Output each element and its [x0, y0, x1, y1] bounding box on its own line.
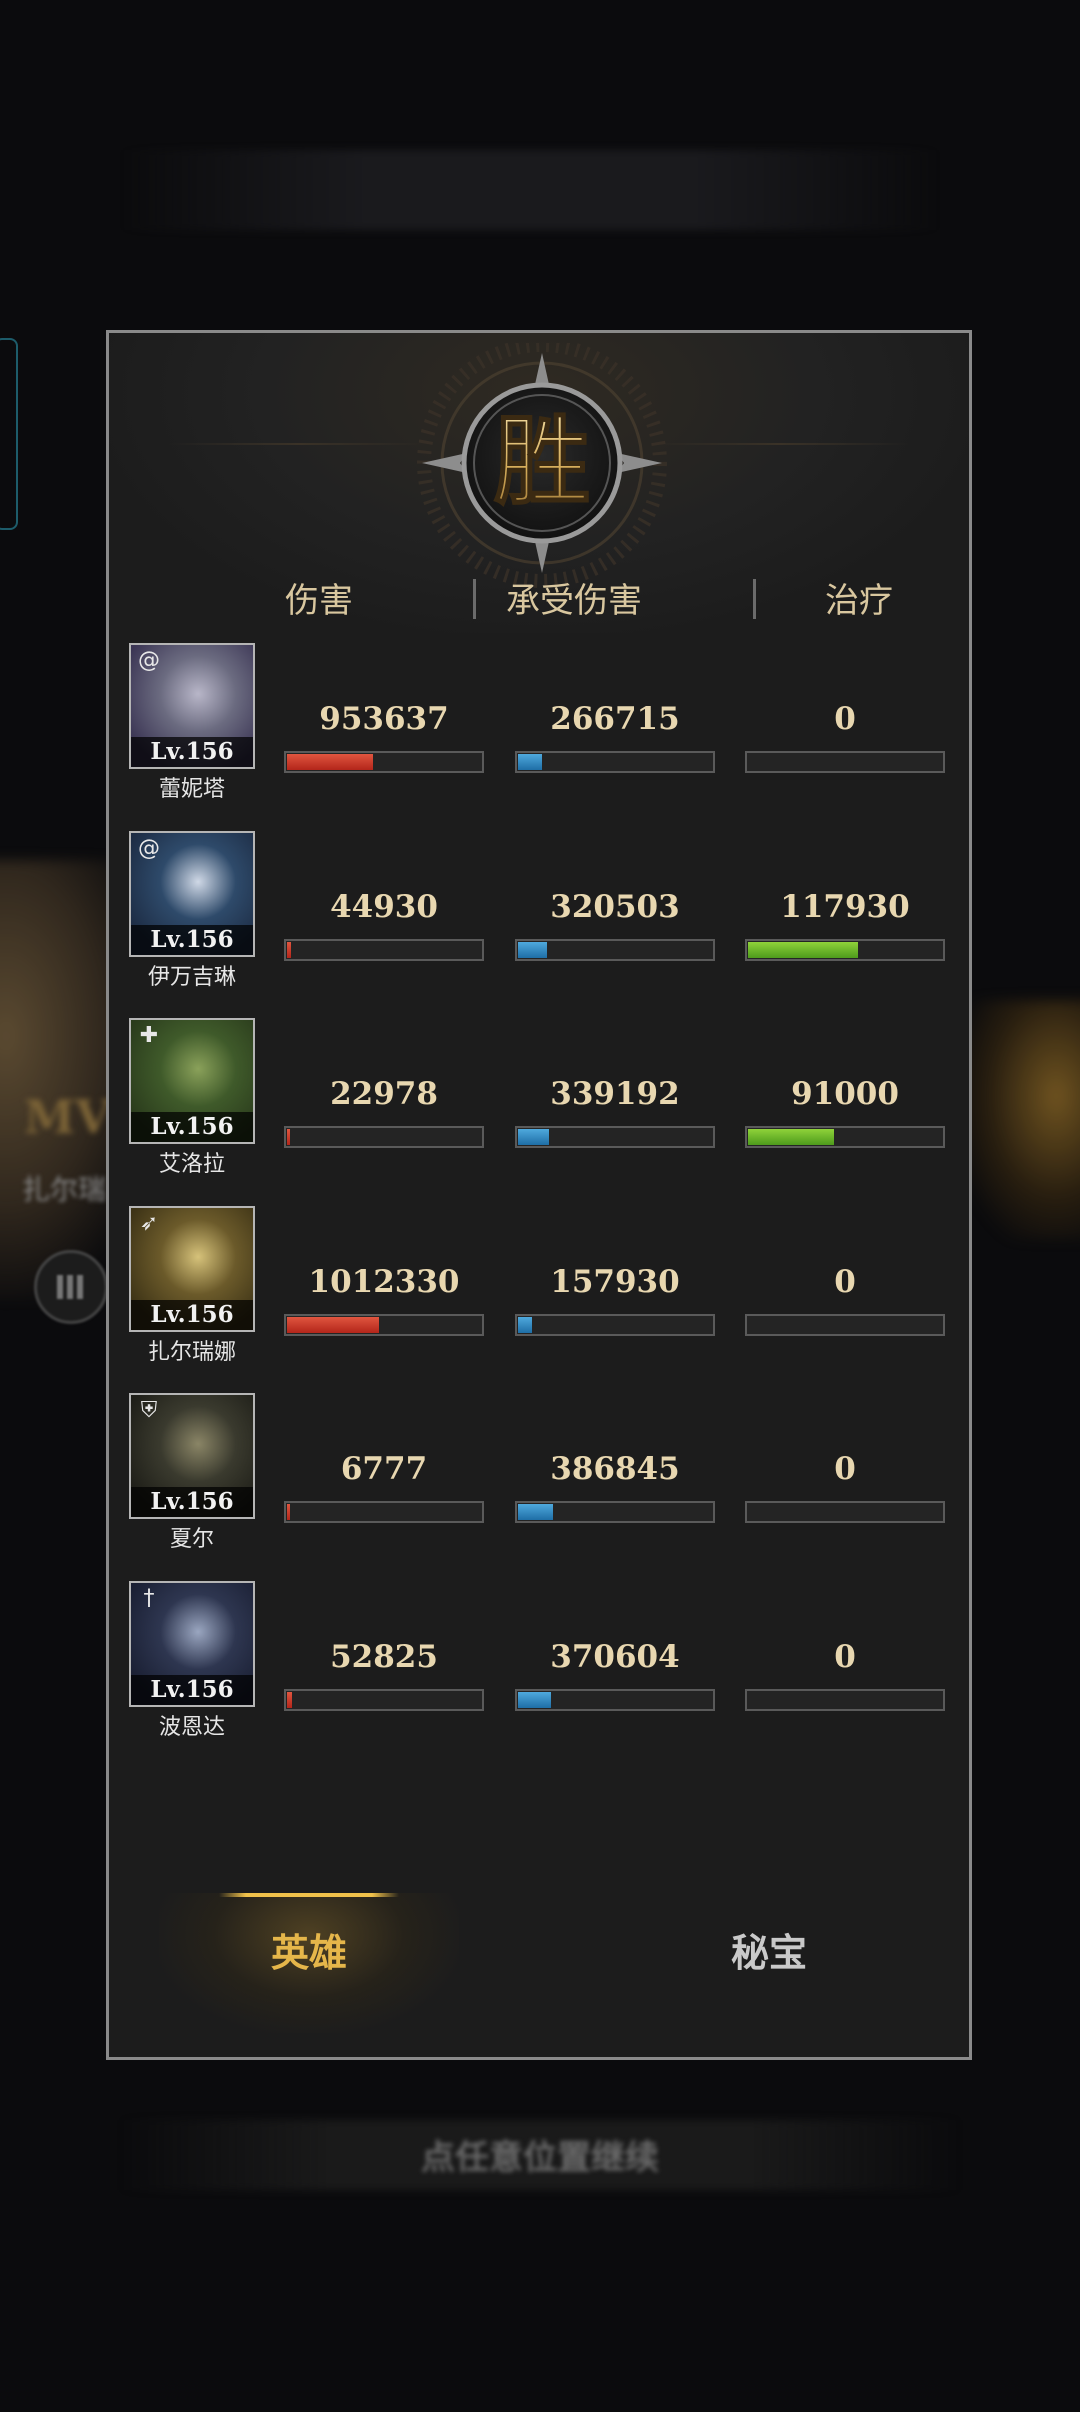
hero-portrait[interactable]: ⛨ Lv.156	[129, 1393, 255, 1519]
decor-ray-right	[649, 443, 909, 445]
healing-bar	[745, 1688, 945, 1711]
hero-level: Lv.156	[131, 1299, 253, 1330]
damage-taken-value: 370604	[550, 1638, 680, 1675]
hero-name: 扎尔瑞娜	[147, 1339, 236, 1365]
header-damage: 伤害	[285, 581, 353, 621]
damage-taken-value: 339192	[550, 1076, 680, 1112]
damage-value: 52825	[330, 1638, 438, 1675]
healing-value: 117930	[780, 888, 910, 925]
bow-icon: ➶	[139, 1210, 159, 1236]
healing-value: 0	[834, 701, 856, 737]
column-headers: 伤害 承受伤害 治疗	[109, 573, 975, 643]
continue-hint: 点任意位置继续	[421, 2138, 659, 2178]
healing-bar	[745, 1501, 945, 1523]
damage-taken-bar-fill	[518, 941, 548, 958]
damage-taken-bar	[515, 1313, 715, 1336]
background-top-banner	[120, 150, 940, 230]
healing-bar-fill	[748, 941, 858, 958]
damage-value: 22978	[330, 1076, 438, 1112]
damage-bar-fill	[287, 941, 291, 958]
hero-row: ➶ Lv.156 扎尔瑞娜 1012330 157930 0	[109, 1205, 975, 1394]
damage-bar	[284, 1688, 484, 1711]
hero-row: @ Lv.156 蕾妮塔 953637 266715 0	[109, 643, 975, 831]
hero-row: † Lv.156 波恩达 52825 370604 0	[109, 1580, 975, 1769]
damage-taken-bar-fill	[518, 1129, 550, 1145]
damage-value: 1012330	[308, 1263, 460, 1300]
background-side-frame	[0, 338, 18, 530]
header-divider	[753, 579, 756, 619]
damage-bar-fill	[287, 1504, 290, 1520]
header-healing: 治疗	[825, 581, 893, 621]
damage-taken-value: 386845	[550, 1451, 680, 1487]
damage-value: 44930	[330, 888, 438, 925]
damage-taken-bar-fill	[518, 754, 542, 770]
healing-value: 0	[834, 1638, 856, 1675]
healing-value: 0	[834, 1451, 856, 1487]
damage-bar	[284, 1126, 484, 1148]
hero-name: 波恩达	[158, 1714, 225, 1740]
hero-row: ⛨ Lv.156 夏尔 6777 386845 0	[109, 1393, 975, 1581]
background-hero-name: 扎尔瑞	[22, 1173, 107, 1206]
hero-level: Lv.156	[131, 1674, 253, 1705]
damage-bar-fill	[287, 754, 374, 770]
hero-portrait[interactable]: ➶ Lv.156	[129, 1205, 255, 1332]
damage-taken-bar	[515, 1126, 715, 1148]
damage-taken-value: 157930	[550, 1263, 680, 1300]
hero-row: @ Lv.156 伊万吉琳 44930 320503 117930	[109, 830, 975, 1019]
spiral-icon: @	[138, 835, 160, 861]
hero-name: 蕾妮塔	[158, 777, 225, 802]
stats-icon	[34, 1250, 108, 1324]
damage-taken-bar	[515, 1688, 715, 1711]
background-mvp-label: MV	[24, 1090, 111, 1144]
spiral-icon: @	[138, 648, 160, 673]
hero-level: Lv.156	[131, 737, 253, 767]
healing-bar	[745, 751, 945, 773]
bottom-tabs: 英雄 秘宝	[109, 1893, 975, 2033]
damage-bar	[284, 1501, 484, 1523]
healing-value: 91000	[791, 1076, 899, 1112]
hero-portrait[interactable]: @ Lv.156	[129, 830, 255, 957]
damage-bar	[284, 751, 484, 773]
tab-heroes[interactable]: 英雄	[159, 1893, 459, 2033]
damage-taken-bar-fill	[518, 1691, 552, 1708]
damage-value: 953637	[319, 701, 449, 737]
damage-taken-bar-fill	[518, 1316, 532, 1333]
hero-level: Lv.156	[131, 1487, 253, 1517]
damage-value: 6777	[340, 1451, 428, 1487]
hero-name: 艾洛拉	[158, 1152, 225, 1177]
damage-taken-value: 266715	[550, 701, 680, 737]
healing-bar	[745, 1313, 945, 1336]
victory-char: 胜	[494, 405, 590, 518]
damage-bar	[284, 938, 484, 961]
damage-bar	[284, 1313, 484, 1336]
damage-taken-bar	[515, 751, 715, 773]
hero-portrait[interactable]: ✚ Lv.156	[129, 1018, 255, 1144]
hero-name: 夏尔	[169, 1527, 214, 1552]
damage-bar-fill	[287, 1691, 292, 1708]
healing-value: 0	[834, 1263, 856, 1300]
background-glow	[960, 1000, 1080, 1240]
hero-level: Lv.156	[131, 1112, 253, 1142]
tab-treasure[interactable]: 秘宝	[619, 1893, 919, 2033]
hero-name: 伊万吉琳	[147, 964, 236, 990]
support-icon: ✚	[139, 1023, 159, 1048]
shield-icon: ⛨	[140, 1398, 158, 1423]
damage-bar-fill	[287, 1129, 290, 1145]
damage-taken-bar	[515, 1501, 715, 1523]
hero-level: Lv.156	[131, 924, 253, 955]
damage-taken-bar-fill	[518, 1504, 554, 1520]
header-damage-taken: 承受伤害	[506, 581, 642, 621]
battle-stats-panel: 胜 伤害 承受伤害 治疗 @ Lv.156 蕾妮塔 953637 266715 …	[106, 330, 972, 2060]
hero-row: ✚ Lv.156 艾洛拉 22978 339192 91000	[109, 1018, 975, 1206]
damage-taken-value: 320503	[550, 888, 680, 925]
healing-bar-fill	[748, 1129, 835, 1145]
decor-ray-left	[169, 443, 429, 445]
damage-bar-fill	[287, 1316, 380, 1333]
healing-bar	[745, 938, 945, 961]
damage-taken-bar	[515, 938, 715, 961]
healing-bar	[745, 1126, 945, 1148]
hero-portrait[interactable]: † Lv.156	[129, 1580, 255, 1707]
dagger-icon: †	[143, 1585, 155, 1611]
hero-portrait[interactable]: @ Lv.156	[129, 643, 255, 769]
